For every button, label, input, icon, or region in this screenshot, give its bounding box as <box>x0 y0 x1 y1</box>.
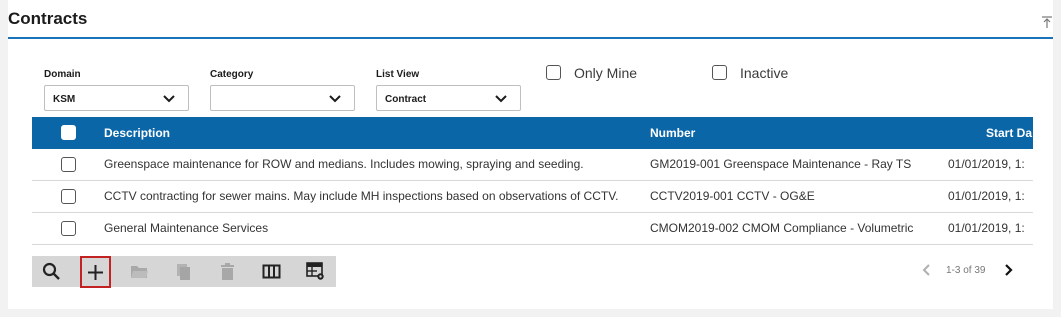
start-date-cell: 01/01/2019, 1: <box>948 221 1025 235</box>
copy-icon <box>177 264 190 280</box>
domain-value: KSM <box>53 94 76 105</box>
search-icon <box>42 262 60 280</box>
category-label: Category <box>210 69 254 80</box>
next-page-icon[interactable] <box>1003 263 1013 277</box>
chevron-down-icon <box>495 95 507 103</box>
column-header-number[interactable]: Number <box>650 126 695 140</box>
number-cell: CMOM2019-002 CMOM Compliance - Volumetri… <box>650 221 914 235</box>
grid-settings-icon <box>306 262 324 280</box>
only-mine-label: Only Mine <box>574 65 638 81</box>
table-row[interactable]: General Maintenance Services CMOM2019-00… <box>32 213 1033 245</box>
pagination-info: 1-3 of 39 <box>946 265 986 276</box>
add-icon <box>88 265 103 280</box>
row-checkbox[interactable] <box>61 221 76 236</box>
row-checkbox[interactable] <box>61 157 76 172</box>
copy-button[interactable] <box>168 256 199 287</box>
delete-icon <box>221 263 234 280</box>
open-folder-icon <box>131 266 148 278</box>
previous-page-icon[interactable] <box>922 263 932 277</box>
columns-icon <box>262 264 281 279</box>
open-button[interactable] <box>124 256 155 287</box>
column-header-description[interactable]: Description <box>104 126 170 140</box>
only-mine-checkbox[interactable] <box>546 65 561 80</box>
grid-body: Greenspace maintenance for ROW and media… <box>32 149 1033 245</box>
select-all-checkbox[interactable] <box>61 125 76 140</box>
grid-settings-button[interactable] <box>300 256 331 287</box>
chevron-down-icon <box>329 95 341 103</box>
number-cell: GM2019-001 Greenspace Maintenance - Ray … <box>650 157 912 171</box>
start-date-cell: 01/01/2019, 1: <box>948 189 1025 203</box>
columns-button[interactable] <box>256 256 287 287</box>
table-row[interactable]: Greenspace maintenance for ROW and media… <box>32 149 1033 181</box>
domain-select[interactable]: KSM <box>44 85 189 111</box>
list-view-label: List View <box>376 69 420 80</box>
number-cell: CCTV2019-001 CCTV - OG&E <box>650 189 815 203</box>
grid-header: Description Number Start Da <box>32 117 1033 149</box>
list-view-select[interactable]: Contract <box>376 85 521 111</box>
description-cell: CCTV contracting for sewer mains. May in… <box>104 189 619 203</box>
search-button[interactable] <box>36 256 67 287</box>
description-cell: General Maintenance Services <box>104 221 269 235</box>
description-cell: Greenspace maintenance for ROW and media… <box>104 157 584 171</box>
add-button[interactable] <box>80 256 111 288</box>
row-checkbox[interactable] <box>61 189 76 204</box>
page-title: Contracts <box>8 9 88 28</box>
list-view-value: Contract <box>385 94 427 105</box>
column-header-start-date[interactable]: Start Da <box>986 126 1032 140</box>
title-divider <box>8 37 1053 39</box>
delete-button[interactable] <box>212 256 243 287</box>
grid-toolbar <box>32 256 336 288</box>
table-row[interactable]: CCTV contracting for sewer mains. May in… <box>32 181 1033 213</box>
category-select[interactable] <box>210 85 355 111</box>
inactive-label: Inactive <box>740 65 789 81</box>
inactive-checkbox[interactable] <box>712 65 727 80</box>
start-date-cell: 01/01/2019, 1: <box>948 157 1025 171</box>
collapse-panel-icon[interactable] <box>1041 15 1053 29</box>
domain-label: Domain <box>44 69 81 80</box>
chevron-down-icon <box>163 95 175 103</box>
